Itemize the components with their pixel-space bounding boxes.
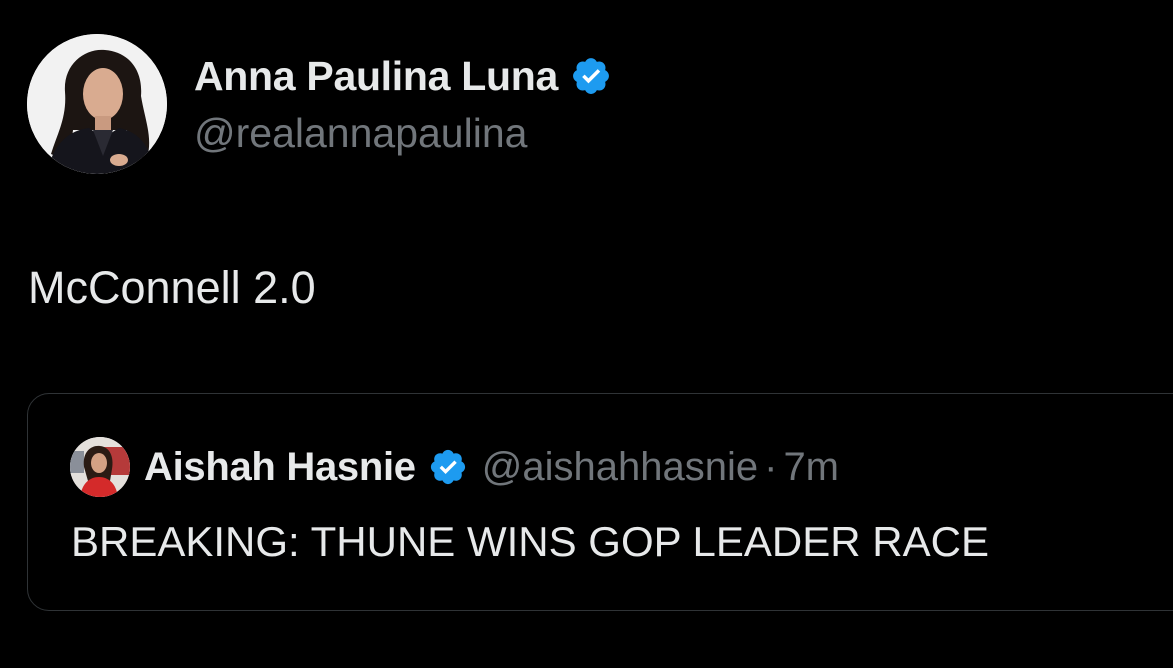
quote-author-handle[interactable]: @aishahhasnie <box>482 445 758 490</box>
quote-text: BREAKING: THUNE WINS GOP LEADER RACE <box>71 518 989 565</box>
quote-author-name[interactable]: Aishah Hasnie <box>144 445 416 490</box>
tweet-text: McConnell 2.0 <box>28 262 316 313</box>
profile-photo-icon <box>70 437 130 497</box>
author-name[interactable]: Anna Paulina Luna <box>194 53 558 100</box>
quote-author-avatar[interactable] <box>70 437 130 497</box>
quoted-tweet-card[interactable]: Aishah Hasnie @aishahhasnie · 7m BREAKIN… <box>27 393 1173 611</box>
author-name-row: Anna Paulina Luna <box>194 50 612 102</box>
author-handle[interactable]: @realannapaulina <box>194 110 527 157</box>
profile-photo-icon <box>27 34 167 174</box>
author-avatar[interactable] <box>27 34 167 174</box>
verified-badge-icon[interactable] <box>570 55 612 97</box>
quote-timestamp[interactable]: 7m <box>783 445 839 490</box>
verified-badge-icon[interactable] <box>428 447 468 487</box>
separator-dot: · <box>764 444 778 489</box>
quote-header: Aishah Hasnie @aishahhasnie · 7m <box>70 436 839 498</box>
